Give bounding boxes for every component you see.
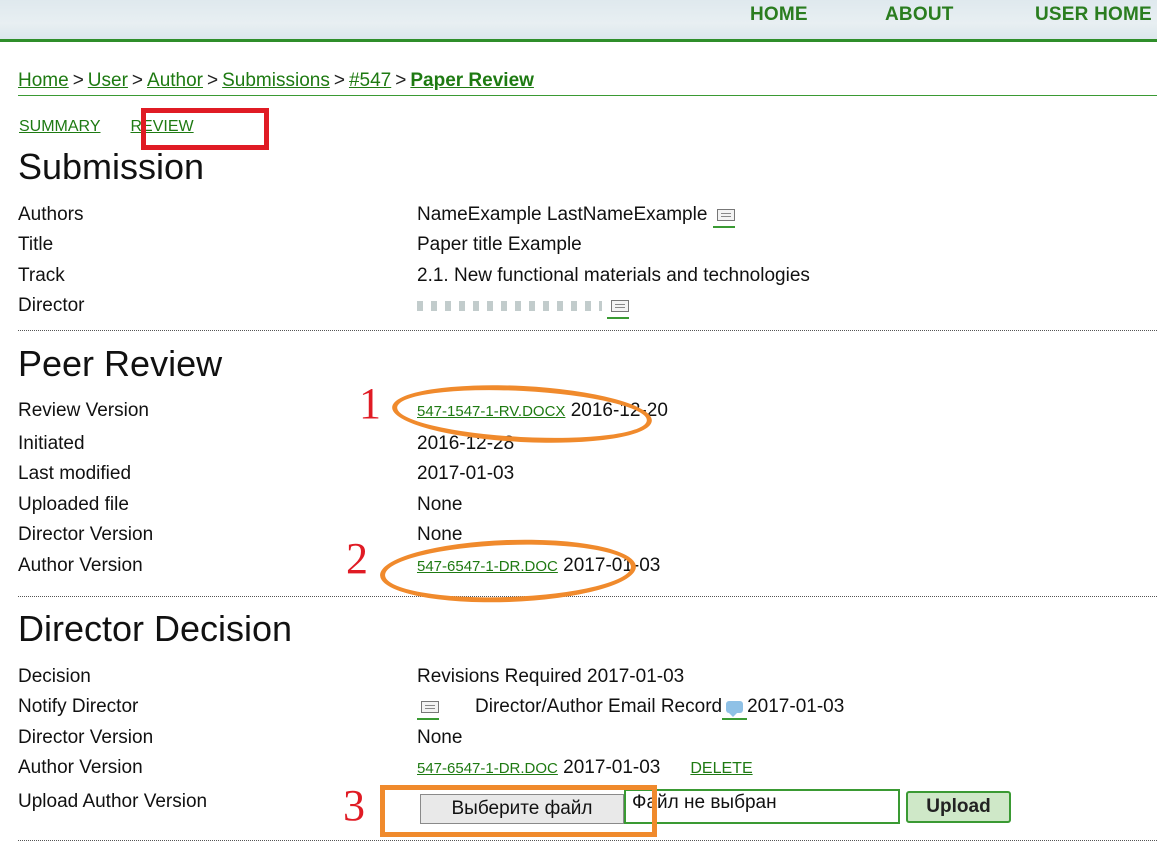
upload-author-version-label: Upload Author Version	[18, 791, 208, 812]
decision-author-version-label: Author Version	[18, 757, 143, 778]
email-author-link[interactable]	[712, 204, 735, 228]
last-modified-label: Last modified	[18, 463, 132, 484]
breadcrumb-author[interactable]: Author	[147, 70, 203, 91]
breadcrumb-submissions[interactable]: Submissions	[222, 70, 330, 91]
tab-summary[interactable]: SUMMARY	[19, 118, 101, 135]
notify-director-value: Director/Author Email Record 2017-01-03	[417, 696, 845, 720]
decision-author-version-value: 547-6547-1-DR.DOC 2017-01-03 DELETE	[417, 757, 753, 779]
annotation-number-1: 1	[359, 379, 381, 428]
blurred-director-name	[417, 300, 602, 311]
director-label: Director	[18, 295, 85, 316]
decision-director-version-label: Director Version	[18, 727, 154, 748]
mail-icon	[611, 299, 630, 312]
notify-director-email-link[interactable]	[417, 696, 439, 720]
track-label: Track	[18, 265, 65, 286]
section-divider	[18, 840, 1157, 841]
top-header: HOME ABOUT USER HOME	[0, 0, 1157, 42]
mail-icon	[716, 208, 735, 221]
decision-author-version-file-link[interactable]: 547-6547-1-DR.DOC	[417, 760, 558, 777]
peer-review-heading: Peer Review	[18, 343, 223, 384]
breadcrumb-separator: >	[72, 70, 84, 91]
breadcrumb-separator: >	[395, 70, 407, 91]
upload-button[interactable]: Upload	[906, 791, 1011, 823]
annotation-box-3	[380, 785, 657, 837]
director-decision-heading: Director Decision	[18, 608, 293, 649]
section-divider	[18, 330, 1157, 331]
review-version-label: Review Version	[18, 400, 149, 421]
nav-about-link[interactable]: ABOUT	[885, 4, 954, 26]
decision-label: Decision	[18, 666, 91, 687]
authors-text: NameExample LastNameExample	[417, 204, 708, 225]
breadcrumb-separator: >	[333, 70, 345, 91]
breadcrumb-user[interactable]: User	[88, 70, 128, 91]
submission-heading: Submission	[18, 146, 205, 187]
annotation-number-2: 2	[346, 534, 368, 583]
email-director-link[interactable]	[607, 295, 630, 319]
nav-user-home-link[interactable]: USER HOME	[1035, 4, 1152, 26]
breadcrumb-separator: >	[207, 70, 219, 91]
director-value	[417, 295, 630, 319]
last-modified-value: 2017-01-03	[417, 463, 515, 484]
email-record-text: Director/Author Email Record	[475, 696, 723, 717]
annotation-number-3: 3	[343, 781, 365, 830]
decision-director-version-value: None	[417, 727, 463, 748]
peer-author-version-label: Author Version	[18, 555, 143, 576]
section-divider	[18, 596, 1157, 597]
review-tab-highlight	[141, 108, 269, 150]
comment-icon	[726, 700, 744, 717]
delete-link[interactable]: DELETE	[690, 760, 752, 777]
initiated-label: Initiated	[18, 433, 85, 454]
track-value: 2.1. New functional materials and techno…	[417, 265, 810, 286]
decision-author-version-date: 2017-01-03	[563, 757, 661, 778]
uploaded-file-label: Uploaded file	[18, 494, 129, 515]
title-label: Title	[18, 234, 54, 255]
email-record-link[interactable]	[722, 696, 748, 720]
breadcrumb-separator: >	[131, 70, 144, 91]
breadcrumb-divider	[18, 95, 1157, 96]
breadcrumb-current[interactable]: Paper Review	[410, 70, 534, 91]
authors-label: Authors	[18, 204, 84, 225]
uploaded-file-value: None	[417, 494, 463, 515]
notify-date: 2017-01-03	[747, 696, 845, 717]
peer-director-version-value: None	[417, 524, 463, 545]
peer-director-version-label: Director Version	[18, 524, 154, 545]
breadcrumb-submission-id[interactable]: #547	[349, 70, 391, 91]
breadcrumb: Home > User > Author > Submissions > #547 > Paper …	[18, 70, 534, 92]
notify-director-label: Notify Director	[18, 696, 139, 717]
mail-icon	[421, 700, 439, 713]
title-value: Paper title Example	[417, 234, 582, 255]
decision-value: Revisions Required 2017-01-03	[417, 666, 685, 687]
authors-value: NameExample LastNameExample	[417, 204, 735, 228]
breadcrumb-home[interactable]: Home	[18, 70, 69, 91]
nav-home-link[interactable]: HOME	[750, 4, 808, 26]
